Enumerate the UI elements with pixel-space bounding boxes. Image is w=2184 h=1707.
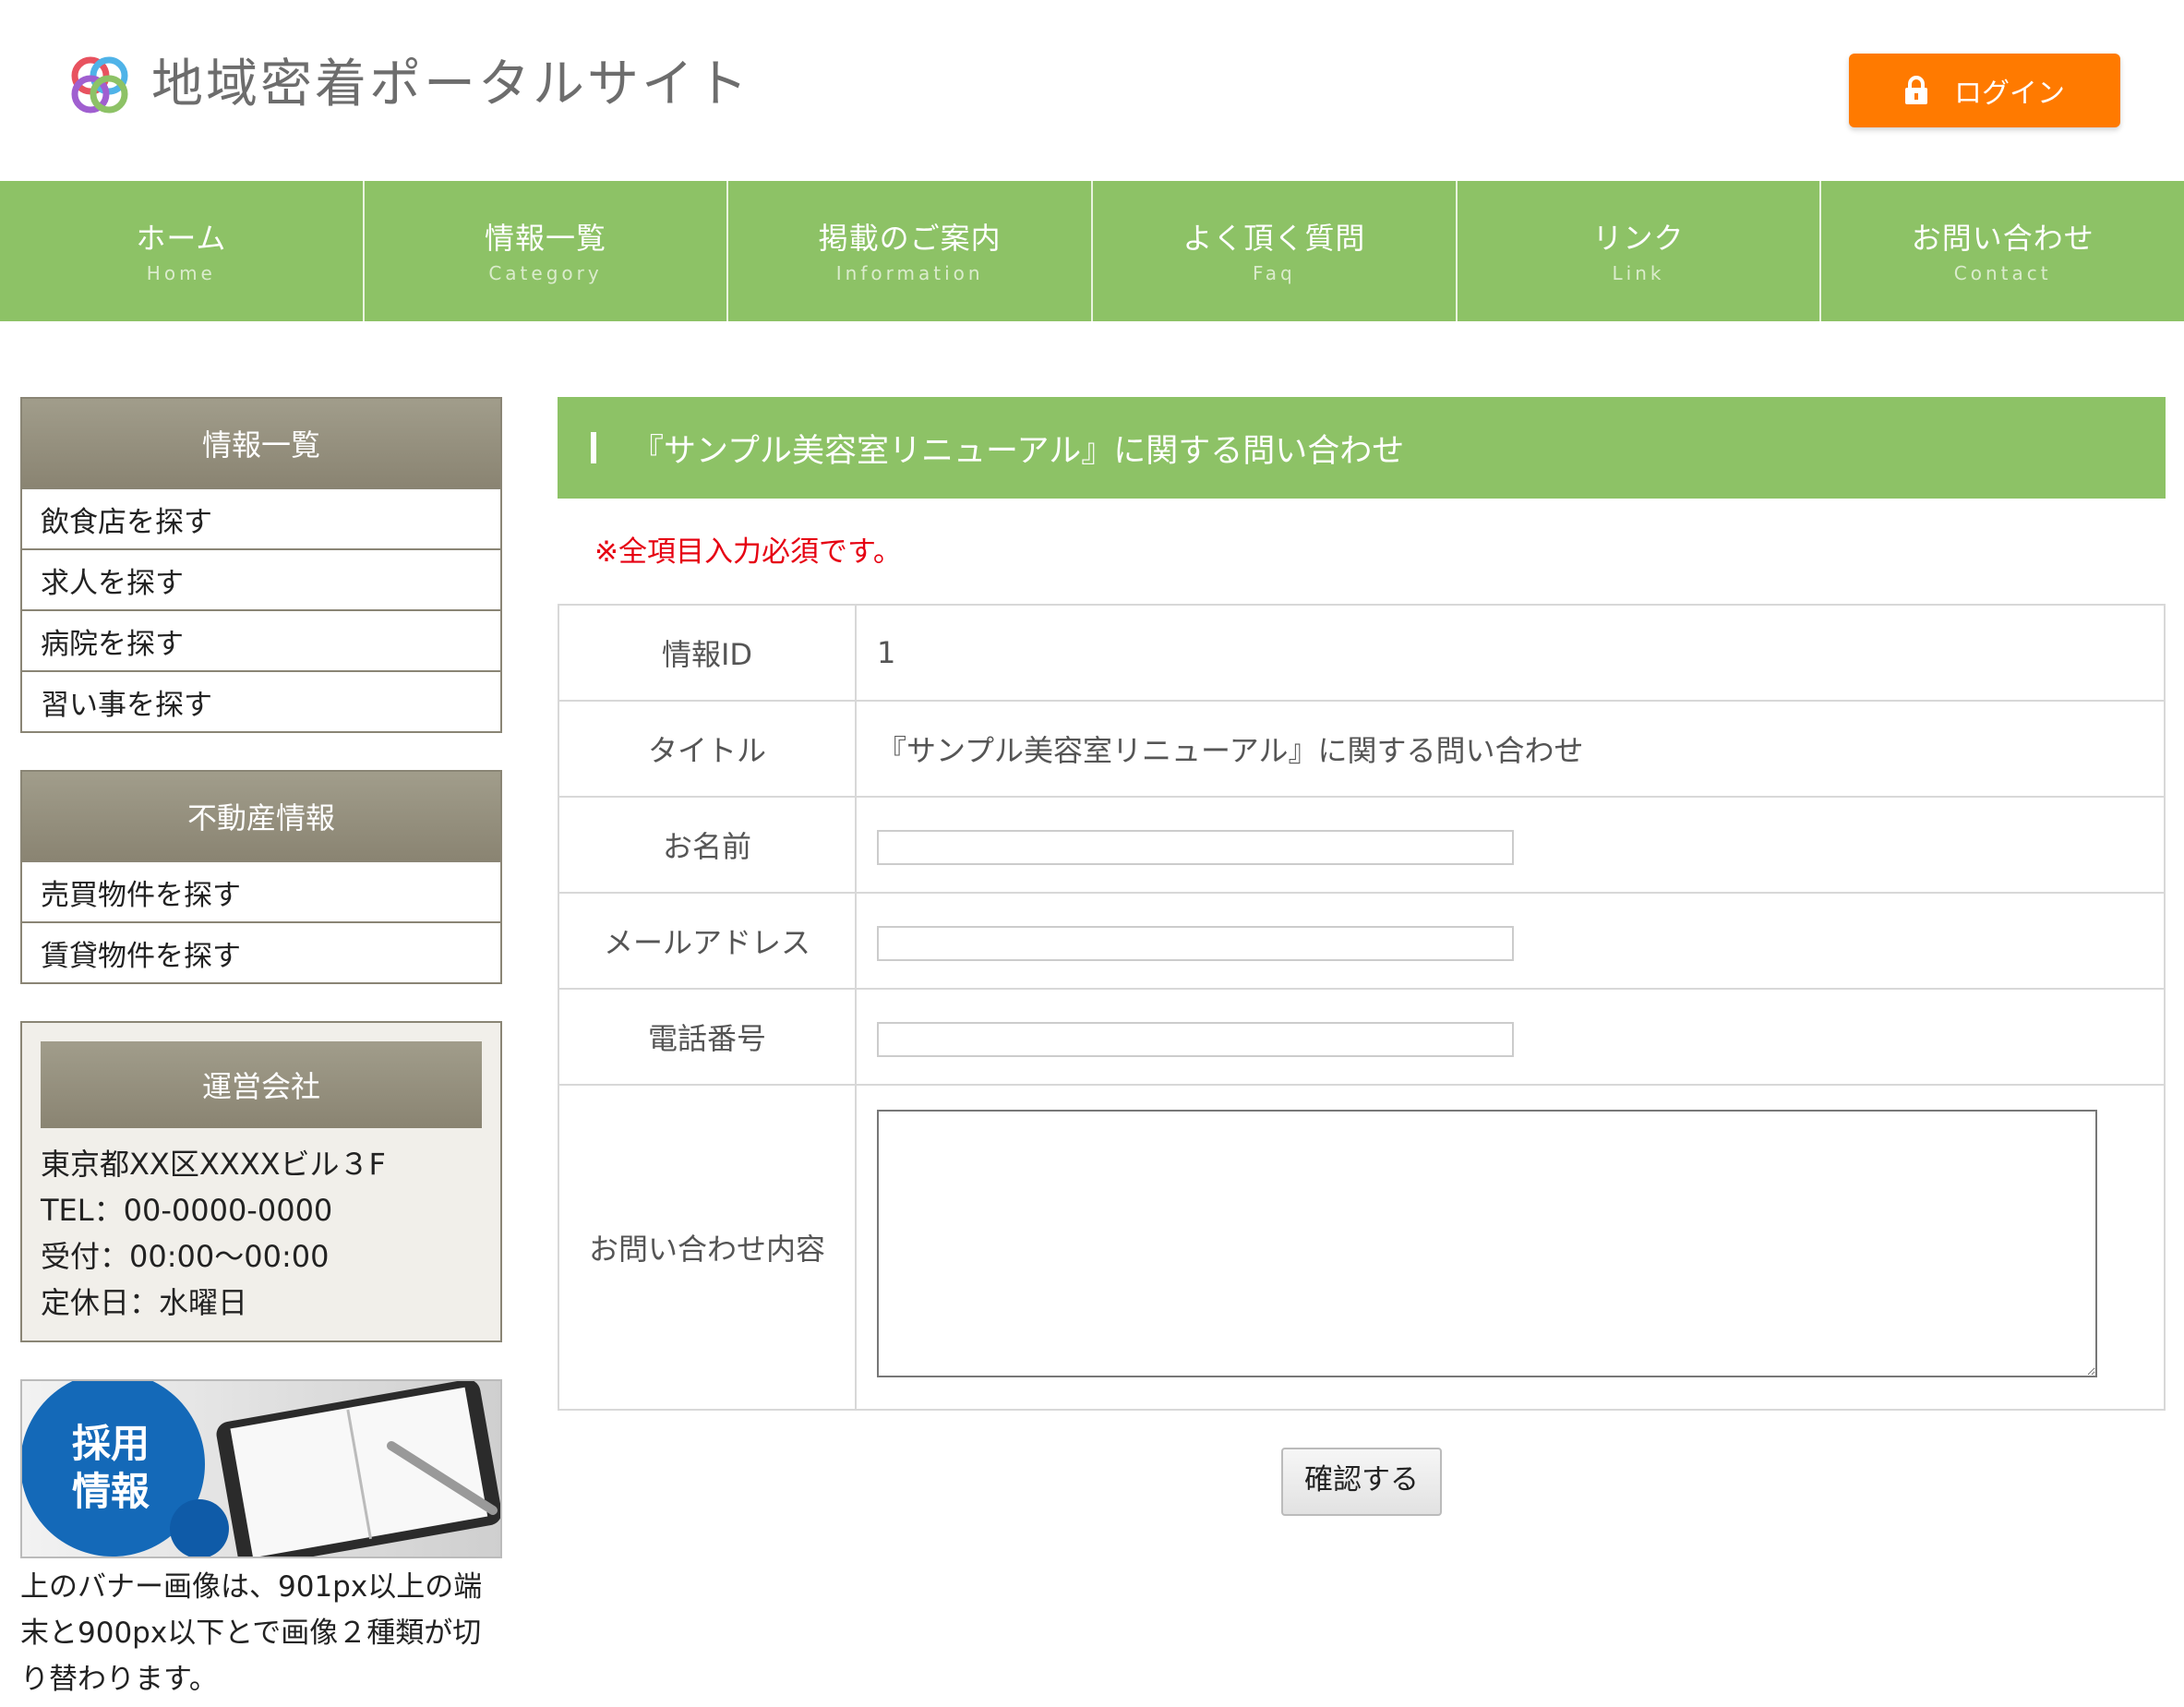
title-label: タイトル (558, 700, 857, 798)
nav-sublabel: Information (835, 262, 984, 284)
nav-label: お問い合わせ (1911, 221, 2094, 256)
realestate-title: 不動産情報 (22, 772, 500, 860)
confirm-area: 確認する (558, 1448, 2166, 1516)
sidebar-item-lessons[interactable]: 習い事を探す (22, 670, 500, 731)
title-value: 『サンプル美容室リニューアル』に関する問い合わせ (855, 700, 2166, 798)
nav-sublabel: Faq (1253, 262, 1296, 284)
nav-label: 掲載のご案内 (818, 221, 1002, 256)
nav-label: ホーム (136, 221, 227, 256)
form-row-email: メールアドレス (558, 892, 2166, 990)
phone-input[interactable] (877, 1022, 1514, 1058)
info-list-box: 情報一覧 飲食店を探す 求人を探す 病院を探す 習い事を探す (20, 397, 502, 733)
name-label: お名前 (558, 796, 857, 894)
login-button[interactable]: ログイン (1849, 54, 2120, 127)
page-heading: 『サンプル美容室リニューアル』に関する問い合わせ (558, 397, 2166, 499)
heading-bar (591, 432, 596, 463)
contact-form-table: 情報ID 1 タイトル 『サンプル美容室リニューアル』に関する問い合わせ お名前… (558, 604, 2166, 1411)
sidebar: 情報一覧 飲食店を探す 求人を探す 病院を探す 習い事を探す 不動産情報 売買物… (20, 397, 502, 1702)
nav-sublabel: Contact (1953, 262, 2052, 284)
company-address: 東京都XX区XXXXビル３F (41, 1147, 386, 1182)
banner-note: 上のバナー画像は、901px以上の端末と900px以下とで画像２種類が切り替わり… (20, 1570, 483, 1696)
email-input[interactable] (877, 926, 1514, 962)
company-hours: 受付：00:00〜00:00 (41, 1239, 330, 1274)
recruit-banner[interactable]: 採用 情報 (20, 1379, 502, 1558)
nav-faq[interactable]: よく頂く質問 Faq (1091, 181, 1456, 321)
form-row-message: お問い合わせ内容 (558, 1084, 2166, 1411)
nav-label: リンク (1592, 221, 1685, 256)
required-note: ※全項目入力必須です。 (594, 535, 902, 569)
main-content: 『サンプル美容室リニューアル』に関する問い合わせ ※全項目入力必須です。 情報I… (558, 397, 2166, 1516)
sidebar-item-rental[interactable]: 賃貸物件を探す (22, 921, 500, 982)
info-id-label: 情報ID (558, 604, 857, 702)
nav-label: よく頂く質問 (1182, 221, 1366, 256)
form-row-title: タイトル 『サンプル美容室リニューアル』に関する問い合わせ (558, 700, 2166, 798)
nav-home[interactable]: ホーム Home (0, 181, 363, 321)
nav-contact[interactable]: お問い合わせ Contact (1819, 181, 2184, 321)
sidebar-item-jobs[interactable]: 求人を探す (22, 548, 500, 609)
info-id-value: 1 (855, 604, 2166, 702)
phone-label: 電話番号 (558, 988, 857, 1086)
company-title: 運営会社 (41, 1041, 482, 1128)
nav-label: 情報一覧 (485, 221, 607, 256)
company-box: 運営会社 東京都XX区XXXXビル３F TEL：00-0000-0000 受付：… (20, 1021, 502, 1342)
message-textarea[interactable] (877, 1110, 2097, 1377)
nav-information[interactable]: 掲載のご案内 Information (726, 181, 1091, 321)
sidebar-item-hospitals[interactable]: 病院を探す (22, 609, 500, 670)
info-list-title: 情報一覧 (22, 399, 500, 487)
email-label: メールアドレス (558, 892, 857, 990)
page-title: 『サンプル美容室リニューアル』に関する問い合わせ (631, 432, 1405, 470)
sidebar-item-restaurants[interactable]: 飲食店を探す (22, 487, 500, 548)
nav-sublabel: Link (1612, 262, 1665, 284)
form-row-name: お名前 (558, 796, 2166, 894)
nav-link[interactable]: リンク Link (1455, 181, 1820, 321)
lock-icon (1905, 76, 1927, 104)
realestate-box: 不動産情報 売買物件を探す 賃貸物件を探す (20, 770, 502, 984)
banner-text-line1: 採用 (72, 1421, 150, 1466)
confirm-button[interactable]: 確認する (1281, 1448, 1442, 1516)
global-nav: ホーム Home 情報一覧 Category 掲載のご案内 Informatio… (0, 181, 2184, 321)
nav-category[interactable]: 情報一覧 Category (362, 181, 727, 321)
site-header: 地域密着ポータルサイト ログイン (0, 0, 2184, 181)
name-input[interactable] (877, 830, 1514, 866)
company-tel: TEL：00-0000-0000 (41, 1193, 333, 1228)
banner-text-line2: 情報 (72, 1469, 150, 1514)
company-holiday: 定休日：水曜日 (41, 1285, 248, 1320)
sidebar-item-sale[interactable]: 売買物件を探す (22, 860, 500, 921)
site-title[interactable]: 地域密着ポータルサイト (151, 52, 750, 118)
message-label: お問い合わせ内容 (558, 1084, 857, 1411)
form-row-phone: 電話番号 (558, 988, 2166, 1086)
logo-icon[interactable] (66, 52, 133, 118)
login-label: ログイン (1954, 78, 2065, 110)
nav-sublabel: Category (488, 262, 603, 284)
nav-sublabel: Home (146, 262, 216, 284)
form-row-info-id: 情報ID 1 (558, 604, 2166, 702)
